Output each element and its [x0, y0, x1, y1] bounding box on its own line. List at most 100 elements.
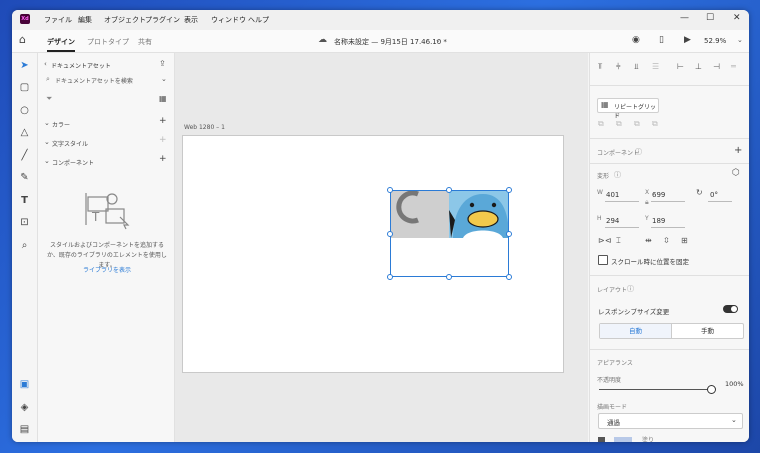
plugins-icon[interactable]: ▤ — [18, 423, 31, 436]
resize-handle[interactable] — [387, 187, 393, 193]
select-tool-icon[interactable]: ➤ — [18, 59, 31, 72]
layers-icon[interactable]: ◈ — [18, 401, 31, 414]
x-field[interactable]: 699 — [652, 191, 665, 199]
chevron-down-icon[interactable]: ⌄ — [435, 36, 441, 44]
add-component-icon[interactable]: + — [159, 154, 167, 164]
document-title[interactable]: 名称未設定 — 9月15日 17.46.10 * — [334, 37, 447, 47]
artboard-tool-icon[interactable]: ⊡ — [18, 216, 31, 229]
menu-view[interactable]: 表示 — [184, 15, 198, 25]
tab-design[interactable]: デザイン — [47, 37, 75, 52]
close-icon[interactable]: ✕ — [733, 13, 741, 23]
add-color-icon[interactable]: + — [159, 116, 167, 126]
rotation-field[interactable]: 0° — [710, 191, 718, 199]
section-text-styles[interactable]: 文字スタイル — [52, 139, 88, 148]
info-icon[interactable]: ⓘ — [635, 147, 642, 157]
grid-view-icon[interactable]: ▦ — [159, 94, 167, 103]
resize-handle[interactable] — [506, 274, 512, 280]
align-right-icon[interactable]: ⊣ — [713, 62, 720, 71]
resize-handle[interactable] — [387, 231, 393, 237]
align-middle-icon[interactable]: ⫩ — [616, 62, 621, 72]
info-icon[interactable]: ⓘ — [627, 284, 634, 294]
text-tool-icon[interactable]: T — [18, 194, 31, 207]
3d-transform-icon[interactable]: ⬡ — [732, 168, 740, 178]
repeat-grid-button[interactable]: ▦ リピートグリッド — [597, 98, 659, 120]
section-colors[interactable]: カラー — [52, 120, 70, 129]
distribute-horizontal-icon[interactable]: ═ — [731, 62, 736, 71]
zoom-chevron-icon[interactable]: ⌄ — [737, 36, 743, 44]
zoom-tool-icon[interactable]: ⌕ — [18, 239, 31, 252]
play-icon[interactable]: ▶ — [684, 35, 691, 45]
flip-horizontal-icon[interactable]: ⊳⊲ — [598, 236, 611, 245]
filter-icon[interactable]: ⏷ — [46, 94, 52, 104]
assets-icon[interactable]: ▣ — [18, 378, 31, 391]
menu-plugin[interactable]: プラグイン — [145, 15, 180, 25]
pen-tool-icon[interactable]: ✎ — [18, 171, 31, 184]
selection-box[interactable] — [390, 190, 509, 277]
opacity-slider-thumb[interactable] — [707, 385, 716, 394]
add-component-button[interactable]: + — [734, 145, 742, 156]
auto-segment[interactable]: 自動 — [600, 324, 672, 338]
height-field[interactable]: 294 — [606, 217, 619, 225]
add-text-style-icon[interactable]: + — [159, 135, 167, 145]
menu-object[interactable]: オブジェクト — [104, 15, 146, 25]
opacity-slider[interactable] — [599, 389, 711, 390]
view-libraries-link[interactable]: ライブラリを表示 — [46, 265, 168, 274]
section-components[interactable]: コンポーネント — [52, 158, 94, 167]
menu-help[interactable]: ヘルプ — [248, 15, 269, 25]
opacity-value[interactable]: 100% — [725, 380, 744, 388]
section-chevron-icon[interactable]: ⌄ — [44, 138, 50, 146]
home-icon[interactable]: ⌂ — [19, 33, 26, 46]
responsive-toggle[interactable] — [723, 305, 738, 313]
boolean-subtract-icon[interactable]: ⧉ — [616, 119, 622, 129]
resize-handle[interactable] — [446, 274, 452, 280]
rectangle-tool-icon[interactable]: ▢ — [18, 81, 31, 94]
align-bottom-icon[interactable]: ⫫ — [634, 62, 639, 72]
width-field[interactable]: 401 — [606, 191, 619, 199]
tab-share[interactable]: 共有 — [138, 37, 152, 47]
align-top-icon[interactable]: ⫪ — [598, 62, 603, 72]
menu-window[interactable]: ウィンドウ — [211, 15, 246, 25]
export-icon[interactable]: ⇪ — [159, 59, 166, 68]
section-chevron-icon[interactable]: ⌄ — [44, 157, 50, 165]
line-tool-icon[interactable]: ╱ — [18, 149, 31, 162]
ellipse-tool-icon[interactable]: ○ — [18, 104, 31, 117]
space-vertical-icon[interactable]: ⇳ — [663, 236, 670, 245]
resize-handle[interactable] — [506, 231, 512, 237]
boolean-exclude-icon[interactable]: ⧉ — [652, 119, 658, 129]
y-field[interactable]: 189 — [652, 217, 665, 225]
artboard-label[interactable]: Web 1280 – 1 — [184, 124, 225, 131]
tool-rail: ➤ ▢ ○ △ ╱ ✎ T ⊡ ⌕ ▣ ◈ ▤ — [12, 53, 38, 442]
fill-checkbox[interactable] — [598, 437, 605, 442]
info-icon[interactable]: ⓘ — [614, 170, 621, 180]
fill-swatch[interactable] — [614, 437, 632, 442]
blend-mode-select[interactable]: 通過 ⌄ — [598, 413, 743, 429]
resize-handle[interactable] — [387, 274, 393, 280]
polygon-tool-icon[interactable]: △ — [18, 126, 31, 139]
fit-icon[interactable]: ⊞ — [681, 236, 688, 245]
fix-scroll-checkbox[interactable] — [598, 255, 608, 265]
section-chevron-icon[interactable]: ⌄ — [44, 119, 50, 127]
search-chevron-icon[interactable]: ⌄ — [161, 75, 167, 83]
flip-vertical-icon[interactable]: ⌶ — [616, 236, 621, 246]
search-icon: ⌕ — [46, 75, 50, 83]
resize-handle[interactable] — [446, 187, 452, 193]
lock-aspect-icon[interactable]: 🔒︎ — [645, 198, 649, 207]
space-horizontal-icon[interactable]: ⇹ — [645, 236, 652, 245]
resize-handle[interactable] — [506, 187, 512, 193]
minimize-icon[interactable]: — — [680, 13, 689, 23]
menu-edit[interactable]: 編集 — [78, 15, 92, 25]
boolean-add-icon[interactable]: ⧉ — [598, 119, 604, 129]
align-center-icon[interactable]: ⊥ — [695, 62, 702, 71]
maximize-icon[interactable]: ☐ — [706, 13, 714, 23]
mobile-preview-icon[interactable]: ▯ — [659, 35, 664, 45]
menu-file[interactable]: ファイル — [44, 15, 72, 25]
back-chevron-icon[interactable]: ‹ — [44, 60, 47, 68]
boolean-intersect-icon[interactable]: ⧉ — [634, 119, 640, 129]
tab-prototype[interactable]: プロトタイプ — [87, 37, 129, 47]
zoom-level[interactable]: 52.9% — [704, 37, 726, 45]
align-left-icon[interactable]: ⊢ — [677, 62, 684, 71]
distribute-vertical-icon[interactable]: ☰ — [652, 62, 659, 71]
search-input[interactable]: ドキュメントアセットを検索 — [55, 76, 155, 85]
user-icon[interactable]: ◉ — [632, 35, 640, 45]
manual-segment[interactable]: 手動 — [672, 324, 743, 338]
